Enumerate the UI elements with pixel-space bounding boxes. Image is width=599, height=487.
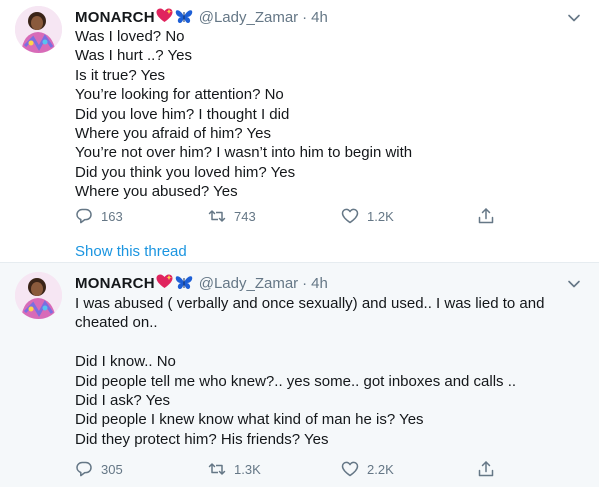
sparkling-heart-icon [156,8,173,26]
tweet-actions: 305 1.3K 2.2K [75,459,503,479]
butterfly-icon [175,9,193,25]
timestamp[interactable]: 4h [311,275,328,292]
share-icon [478,208,494,224]
tweet-header: MONARCH @Lady_Zamar · 4h [75,7,328,27]
author-name[interactable]: MONARCH [75,9,155,26]
show-thread-link[interactable]: Show this thread [75,243,187,260]
like-count: 1.2K [367,208,394,224]
like-count: 2.2K [367,461,394,477]
retweet-icon [208,210,226,222]
sparkling-heart-icon [156,274,173,292]
tweet-text: Was I loved? No Was I hurt ..? Yes Is it… [75,28,413,201]
heart-icon [341,461,359,477]
separator: · [302,8,308,26]
avatar[interactable] [15,6,62,53]
retweet-icon [208,463,226,475]
tweet-actions: 163 743 1.2K [75,206,503,226]
tweet-text: I was abused ( verbally and once sexuall… [75,295,545,448]
tweet[interactable]: MONARCH @Lady_Zamar · 4h Was I loved? No… [0,0,599,263]
retweet-count: 743 [234,208,256,224]
retweet-button[interactable]: 743 [208,207,341,225]
retweet-button[interactable]: 1.3K [208,460,341,478]
heart-icon [341,208,359,224]
butterfly-icon [175,275,193,291]
reply-count: 305 [101,461,123,477]
avatar[interactable] [15,272,62,319]
reply-icon [76,461,92,477]
reply-button[interactable]: 305 [75,460,208,478]
separator: · [302,274,308,292]
share-button[interactable] [477,207,503,225]
author-handle[interactable]: @Lady_Zamar [199,9,298,26]
author-handle[interactable]: @Lady_Zamar [199,275,298,292]
reply-button[interactable]: 163 [75,207,208,225]
author-name[interactable]: MONARCH [75,275,155,292]
chevron-down-icon[interactable] [567,277,581,291]
like-button[interactable]: 2.2K [341,460,477,478]
reply-icon [76,208,92,224]
timestamp[interactable]: 4h [311,9,328,26]
reply-count: 163 [101,208,123,224]
tweet-header: MONARCH @Lady_Zamar · 4h [75,273,328,293]
like-button[interactable]: 1.2K [341,207,477,225]
tweet[interactable]: MONARCH @Lady_Zamar · 4h I was abused ( … [0,263,599,487]
retweet-count: 1.3K [234,461,261,477]
chevron-down-icon[interactable] [567,11,581,25]
share-icon [478,461,494,477]
share-button[interactable] [477,460,503,478]
